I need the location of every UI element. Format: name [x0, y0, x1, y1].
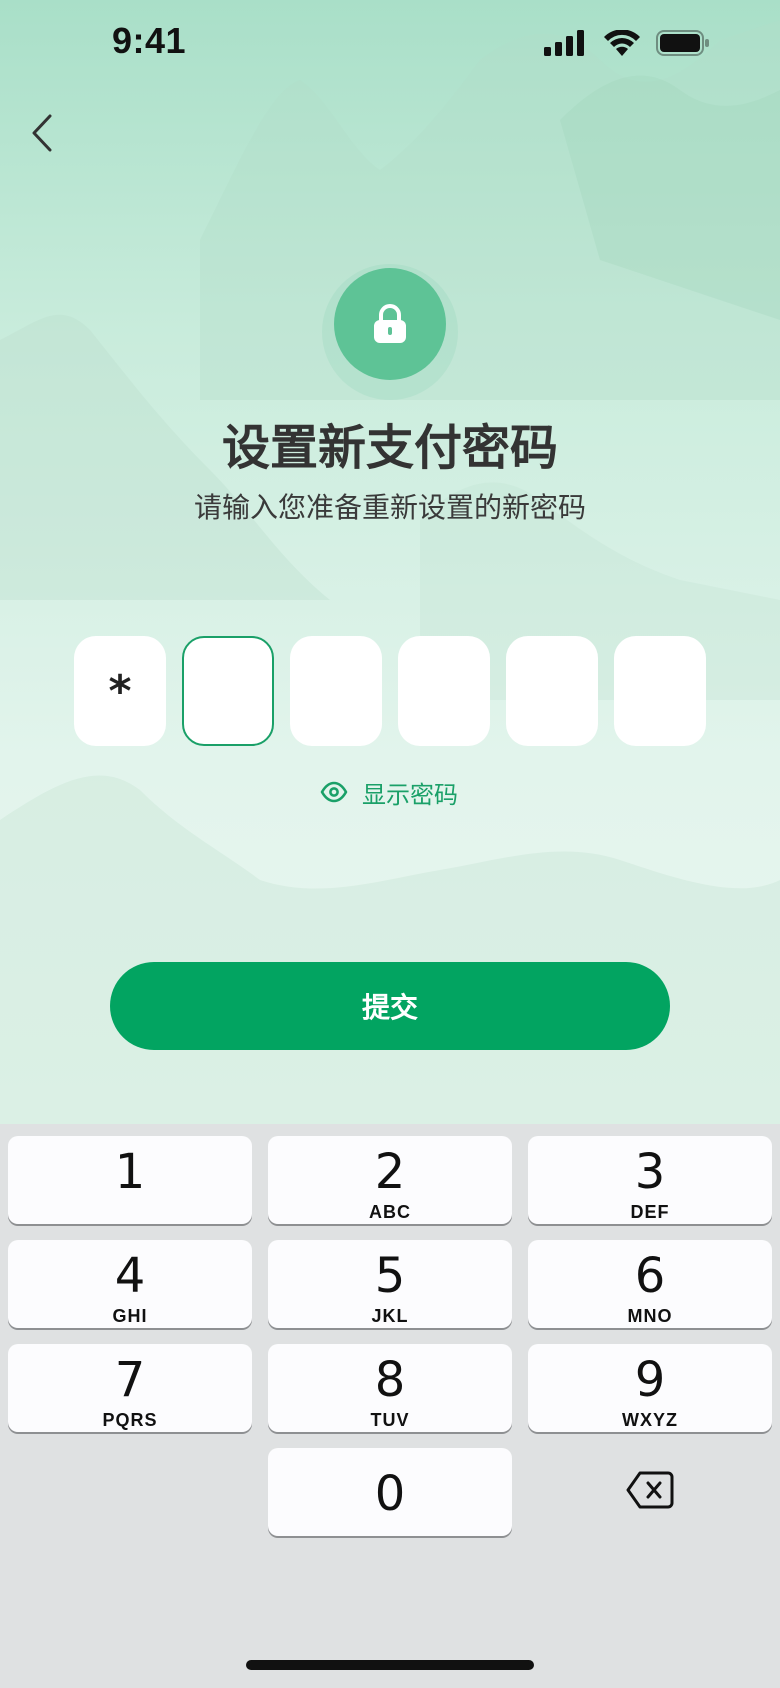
key-5[interactable]: 5 JKL — [268, 1240, 512, 1328]
key-5-letters: JKL — [371, 1306, 409, 1326]
page-title: 设置新支付密码 — [221, 420, 558, 476]
delete-key[interactable] — [610, 1460, 690, 1520]
pin-box-4[interactable] — [398, 636, 490, 746]
show-password-label: 显示密码 — [362, 780, 458, 809]
show-password-toggle[interactable]: 显示密码 — [320, 774, 458, 810]
key-9-letters: WXYZ — [622, 1410, 678, 1430]
key-4-number: 4 — [114, 1248, 146, 1304]
page-subtitle: 请输入您准备重新设置的新密码 — [193, 491, 586, 524]
key-4-letters: GHI — [112, 1306, 148, 1326]
pin-input[interactable]: * — [74, 636, 706, 746]
back-button[interactable] — [22, 108, 62, 158]
pin-box-1[interactable]: * — [74, 636, 166, 746]
key-4[interactable]: 4 GHI — [8, 1240, 252, 1328]
submit-button[interactable]: 提交 — [110, 962, 670, 1050]
background-mountains — [0, 20, 780, 1125]
key-7[interactable]: 7 PQRS — [8, 1344, 252, 1432]
key-6-letters: MNO — [627, 1306, 673, 1326]
pin-box-3[interactable] — [290, 636, 382, 746]
key-1-number: 1 — [114, 1144, 146, 1200]
key-2-letters: ABC — [369, 1202, 411, 1222]
pin-box-5[interactable] — [506, 636, 598, 746]
key-3-letters: DEF — [630, 1202, 670, 1222]
chevron-left-icon — [32, 114, 52, 152]
lock-badge — [322, 264, 458, 400]
key-8-number: 8 — [374, 1352, 406, 1408]
key-3[interactable]: 3 DEF — [528, 1136, 772, 1224]
wifi-icon — [604, 30, 640, 56]
status-icons — [544, 30, 710, 56]
key-2-number: 2 — [374, 1144, 406, 1200]
key-0[interactable]: 0 — [268, 1448, 512, 1536]
key-0-number: 0 — [374, 1466, 406, 1522]
key-7-number: 7 — [114, 1352, 146, 1408]
key-8[interactable]: 8 TUV — [268, 1344, 512, 1432]
lock-icon — [374, 304, 406, 343]
cellular-signal-icon — [544, 30, 584, 56]
lock-circle — [334, 268, 446, 380]
pin-box-6[interactable] — [614, 636, 706, 746]
key-1[interactable]: 1 — [8, 1136, 252, 1224]
battery-icon — [656, 30, 709, 56]
backspace-icon — [626, 1471, 674, 1509]
key-2[interactable]: 2 ABC — [268, 1136, 512, 1224]
key-8-letters: TUV — [370, 1410, 410, 1430]
status-bar: 9:41 — [0, 0, 780, 90]
key-3-number: 3 — [634, 1144, 666, 1200]
key-5-number: 5 — [374, 1248, 406, 1304]
status-time: 9:41 — [112, 20, 187, 61]
key-6-number: 6 — [634, 1248, 666, 1304]
key-6[interactable]: 6 MNO — [528, 1240, 772, 1328]
pin-box-2[interactable] — [182, 636, 274, 746]
key-7-letters: PQRS — [102, 1410, 158, 1430]
home-indicator — [246, 1660, 534, 1670]
key-9[interactable]: 9 WXYZ — [528, 1344, 772, 1432]
key-9-number: 9 — [634, 1352, 666, 1408]
eye-icon — [320, 781, 348, 803]
